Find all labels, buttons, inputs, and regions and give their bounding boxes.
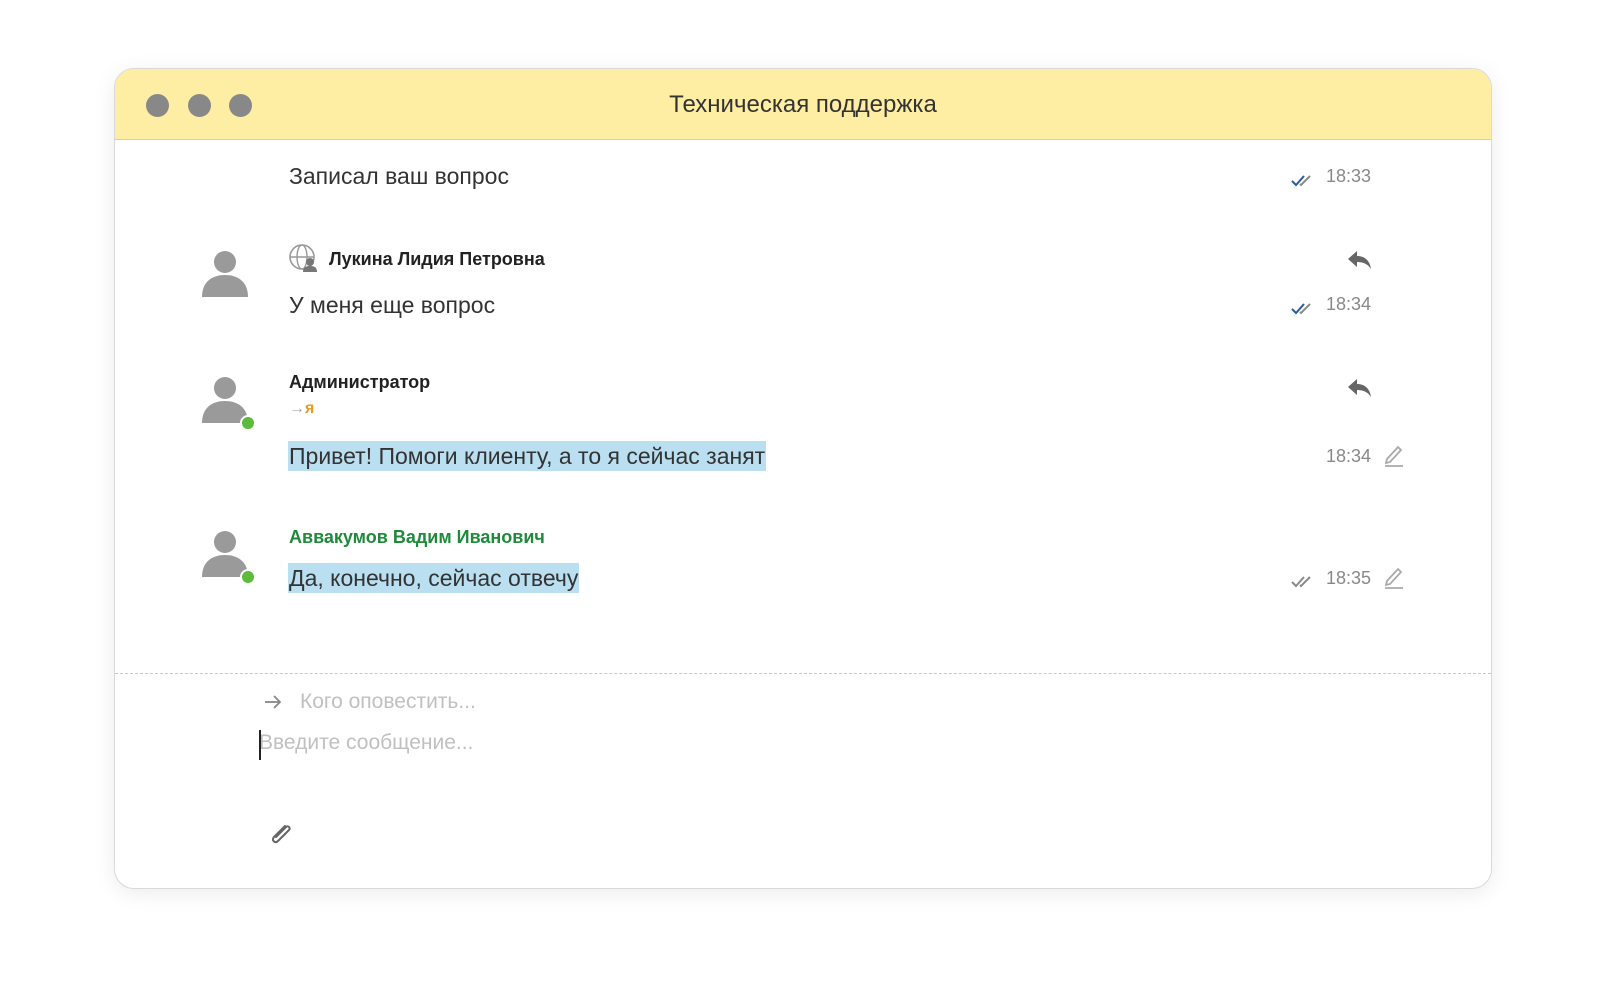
text-caret bbox=[259, 730, 261, 760]
sender-name[interactable]: Аввакумов Вадим Иванович bbox=[289, 527, 545, 548]
recipient-name[interactable]: я bbox=[305, 400, 314, 417]
message-input[interactable] bbox=[259, 727, 1439, 787]
recipient-label: →я bbox=[289, 400, 314, 418]
title-bar: Техническая поддержка bbox=[115, 69, 1491, 140]
user-avatar-icon[interactable] bbox=[199, 247, 251, 299]
message-text: У меня еще вопрос bbox=[289, 292, 496, 318]
reply-icon[interactable] bbox=[1346, 377, 1374, 399]
message-time: 18:35 bbox=[1326, 568, 1372, 588]
edit-icon[interactable] bbox=[1383, 443, 1405, 467]
window-title: Техническая поддержка bbox=[669, 91, 937, 118]
message-time: 18:34 bbox=[1326, 446, 1372, 466]
arrow-right-icon bbox=[265, 695, 282, 709]
message-time: 18:34 bbox=[1326, 294, 1372, 314]
delivered-ticks-icon bbox=[1291, 576, 1311, 588]
online-status-indicator bbox=[240, 569, 256, 585]
paperclip-icon[interactable] bbox=[265, 819, 297, 851]
message-text: Записал ваш вопрос bbox=[289, 163, 509, 189]
sender-name[interactable]: Администратор bbox=[289, 372, 430, 393]
read-ticks-icon bbox=[1291, 303, 1311, 315]
recipient-arrow: → bbox=[289, 400, 305, 417]
message-time: 18:33 bbox=[1326, 166, 1372, 186]
reply-icon[interactable] bbox=[1346, 249, 1374, 271]
message-text: Привет! Помоги клиенту, а то я сейчас за… bbox=[288, 441, 767, 471]
message-text: Да, конечно, сейчас отвечу bbox=[288, 563, 580, 593]
sender-name[interactable]: Лукина Лидия Петровна bbox=[329, 249, 545, 270]
composer-separator bbox=[115, 673, 1491, 674]
chat-window: Техническая поддержка Записал ваш вопрос… bbox=[114, 68, 1492, 889]
globe-user-icon bbox=[289, 244, 317, 272]
notify-recipients-input[interactable] bbox=[300, 687, 900, 717]
read-ticks-icon bbox=[1291, 175, 1311, 187]
edit-icon[interactable] bbox=[1383, 565, 1405, 589]
online-status-indicator bbox=[240, 415, 256, 431]
